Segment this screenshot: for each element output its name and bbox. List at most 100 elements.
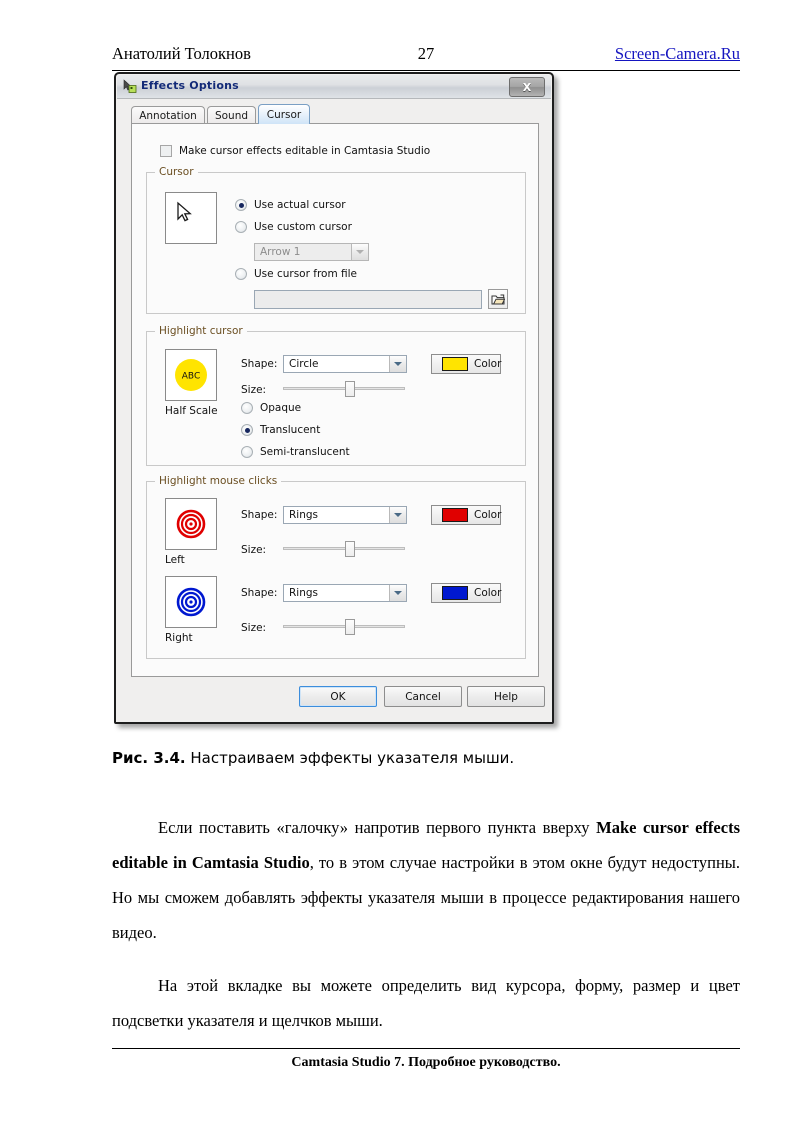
radio-label: Semi-translucent xyxy=(260,446,350,458)
custom-cursor-combo[interactable]: Arrow 1 xyxy=(254,243,369,261)
slider-thumb[interactable] xyxy=(345,541,356,557)
cursor-tab-panel: Make cursor effects editable in Camtasia… xyxy=(131,123,539,677)
color-swatch xyxy=(442,357,468,371)
editable-checkbox-label: Make cursor effects editable in Camtasia… xyxy=(179,145,431,157)
radio-use-custom-cursor[interactable]: Use custom cursor xyxy=(235,221,352,233)
figure-caption: Рис. 3.4. Настраиваем эффекты указателя … xyxy=(112,749,742,767)
radio-label: Use cursor from file xyxy=(254,268,358,280)
left-click-preview-caption: Left xyxy=(165,554,185,566)
paragraph-2: На этой вкладке вы можете определить вид… xyxy=(112,968,740,1038)
radio-label: Use custom cursor xyxy=(254,221,352,233)
dialog-titlebar[interactable]: Effects Options X xyxy=(117,75,551,99)
chevron-down-icon[interactable] xyxy=(389,585,406,601)
svg-text:ABC: ABC xyxy=(182,372,200,382)
open-folder-icon[interactable] xyxy=(488,289,508,309)
dialog-title: Effects Options xyxy=(141,79,239,92)
effects-options-dialog: Effects Options X Annotation Sound Curso… xyxy=(114,72,554,724)
close-icon[interactable]: X xyxy=(509,77,545,97)
radio-label: Opaque xyxy=(260,402,302,414)
highlight-size-slider[interactable] xyxy=(283,381,405,397)
right-shape-value: Rings xyxy=(289,587,319,599)
site-link[interactable]: Screen-Camera.Ru xyxy=(615,44,740,64)
concentric-rings-icon xyxy=(176,509,206,539)
radio-translucent[interactable]: Translucent xyxy=(241,424,320,436)
document-page: Анатолий Толокнов 27 Screen-Camera.Ru Ef… xyxy=(0,0,794,1123)
chevron-down-icon[interactable] xyxy=(389,356,406,372)
highlight-clicks-group: Highlight mouse clicks Left Shape: Rings xyxy=(146,475,526,659)
right-shape-combo[interactable]: Rings xyxy=(283,584,407,602)
paragraph-2-text: На этой вкладке вы можете определить вид… xyxy=(112,976,740,1030)
highlight-clicks-group-title: Highlight mouse clicks xyxy=(155,475,282,487)
highlight-shape-value: Circle xyxy=(289,358,319,370)
right-click-color-button[interactable]: Color xyxy=(431,583,501,603)
color-button-label: Color xyxy=(474,358,502,370)
left-shape-combo[interactable]: Rings xyxy=(283,506,407,524)
ok-button[interactable]: OK xyxy=(299,686,377,707)
custom-cursor-value: Arrow 1 xyxy=(260,246,301,258)
highlight-size-label: Size: xyxy=(241,384,267,396)
left-size-slider[interactable] xyxy=(283,541,405,557)
cancel-button[interactable]: Cancel xyxy=(384,686,462,707)
help-button[interactable]: Help xyxy=(467,686,545,707)
chevron-down-icon[interactable] xyxy=(351,244,368,260)
radio-semi-translucent[interactable]: Semi-translucent xyxy=(241,446,350,458)
highlight-cursor-group-title: Highlight cursor xyxy=(155,325,247,337)
left-shape-value: Rings xyxy=(289,509,319,521)
highlight-cursor-preview-caption: Half Scale xyxy=(165,405,218,417)
highlight-cursor-preview: ABC xyxy=(165,349,217,401)
right-size-label: Size: xyxy=(241,622,267,634)
cursor-file-input[interactable] xyxy=(254,290,482,309)
slider-thumb[interactable] xyxy=(345,381,356,397)
radio-indicator[interactable] xyxy=(235,199,247,211)
highlight-cursor-color-button[interactable]: Color xyxy=(431,354,501,374)
color-swatch xyxy=(442,508,468,522)
color-swatch xyxy=(442,586,468,600)
radio-use-cursor-from-file[interactable]: Use cursor from file xyxy=(235,268,357,280)
figure-caption-text: Настраиваем эффекты указателя мыши. xyxy=(190,749,515,767)
paragraph-1: Если поставить «галочку» напротив первог… xyxy=(112,810,740,950)
radio-indicator[interactable] xyxy=(241,424,253,436)
left-shape-label: Shape: xyxy=(241,509,278,521)
tab-sound[interactable]: Sound xyxy=(207,106,256,124)
radio-use-actual-cursor[interactable]: Use actual cursor xyxy=(235,199,346,211)
concentric-rings-icon xyxy=(176,587,206,617)
right-shape-label: Shape: xyxy=(241,587,278,599)
highlight-shape-label: Shape: xyxy=(241,358,278,370)
tab-cursor[interactable]: Cursor xyxy=(258,104,310,124)
mouse-arrow-cursor xyxy=(177,201,192,222)
tab-annotation[interactable]: Annotation xyxy=(131,106,205,124)
slider-track xyxy=(283,625,405,628)
editable-checkbox-row[interactable]: Make cursor effects editable in Camtasia… xyxy=(160,145,430,157)
paragraph-1-part-a: Если поставить «галочку» напротив первог… xyxy=(158,818,597,837)
radio-indicator[interactable] xyxy=(235,221,247,233)
radio-label: Use actual cursor xyxy=(254,199,346,211)
color-button-label: Color xyxy=(474,587,502,599)
slider-thumb[interactable] xyxy=(345,619,356,635)
slider-track xyxy=(283,387,405,390)
left-size-label: Size: xyxy=(241,544,267,556)
left-click-preview xyxy=(165,498,217,550)
radio-indicator[interactable] xyxy=(241,446,253,458)
radio-label: Translucent xyxy=(260,424,321,436)
chevron-down-icon[interactable] xyxy=(389,507,406,523)
editable-checkbox[interactable] xyxy=(160,145,172,157)
left-click-color-button[interactable]: Color xyxy=(431,505,501,525)
slider-track xyxy=(283,547,405,550)
color-button-label: Color xyxy=(474,509,502,521)
right-click-preview xyxy=(165,576,217,628)
running-head: Анатолий Толокнов 27 Screen-Camera.Ru xyxy=(112,44,740,71)
cursor-group: Cursor Use actual cursor Use custom curs… xyxy=(146,166,526,314)
radio-opaque[interactable]: Opaque xyxy=(241,402,301,414)
highlight-shape-combo[interactable]: Circle xyxy=(283,355,407,373)
tab-bar: Annotation Sound Cursor xyxy=(131,104,539,124)
page-footer: Camtasia Studio 7. Подробное руководство… xyxy=(112,1048,740,1071)
right-size-slider[interactable] xyxy=(283,619,405,635)
radio-indicator[interactable] xyxy=(235,268,247,280)
highlight-cursor-group: Highlight cursor ABC Half Scale Shape: C… xyxy=(146,325,526,466)
cursor-options-icon xyxy=(122,79,137,94)
figure-caption-label: Рис. 3.4. xyxy=(112,749,186,767)
radio-indicator[interactable] xyxy=(241,402,253,414)
cursor-group-title: Cursor xyxy=(155,166,198,178)
cursor-preview xyxy=(165,192,217,244)
right-click-preview-caption: Right xyxy=(165,632,193,644)
